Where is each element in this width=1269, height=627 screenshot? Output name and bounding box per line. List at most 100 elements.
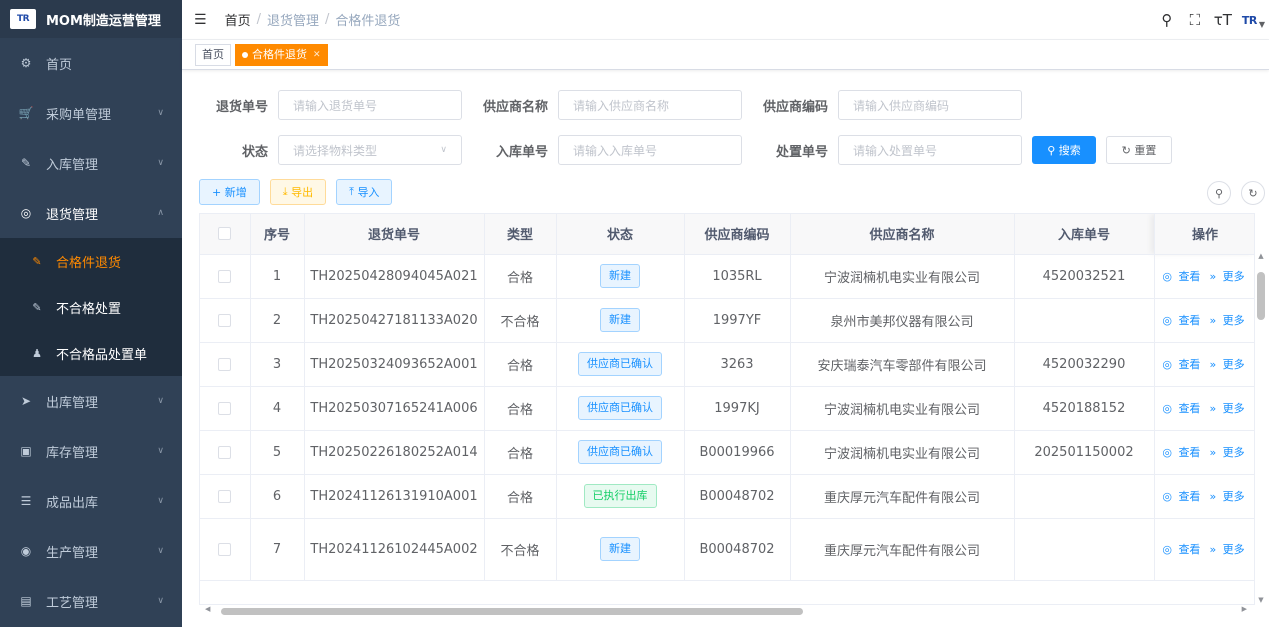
disposal-no-input[interactable]: 请输入处置单号 bbox=[838, 135, 1022, 165]
table-row: 6 TH20241126131910A001 合格 已执行出库 B0004870… bbox=[200, 474, 1254, 519]
scroll-down-icon[interactable]: ▼ bbox=[1256, 596, 1266, 604]
view-button[interactable]: ◎ 查看 bbox=[1162, 402, 1203, 415]
import-button[interactable]: ⤒ 导入 bbox=[336, 179, 393, 205]
cart-icon: 🛒 bbox=[18, 106, 34, 120]
row-checkbox[interactable] bbox=[218, 357, 232, 371]
tag-qualified-return[interactable]: 合格件退货 ✕ bbox=[235, 43, 328, 66]
sidebar-item-label: 退货管理 bbox=[46, 207, 99, 223]
breadcrumb-item: 退货管理 bbox=[266, 14, 319, 29]
horizontal-scroll-thumb[interactable] bbox=[221, 608, 803, 615]
sidebar-item-home[interactable]: ⚙ 首页 bbox=[0, 38, 182, 88]
cell-index: 6 bbox=[250, 474, 305, 519]
sidebar-item-nonconforming-disposal-order[interactable]: ♟ 不合格品处置单 bbox=[0, 330, 182, 376]
sidebar-item-outbound[interactable]: ➤ 出库管理 ∨ bbox=[0, 376, 182, 426]
scroll-up-icon[interactable]: ▲ bbox=[1256, 252, 1266, 260]
more-button[interactable]: » 更多 bbox=[1209, 402, 1247, 415]
more-button[interactable]: » 更多 bbox=[1209, 314, 1247, 327]
sidebar-item-label: 工艺管理 bbox=[46, 595, 99, 611]
supplier-name-input[interactable]: 请输入供应商名称 bbox=[558, 90, 742, 120]
supplier-code-input[interactable]: 请输入供应商编码 bbox=[838, 90, 1022, 120]
sidebar-item-production[interactable]: ◉ 生产管理 ∨ bbox=[0, 526, 182, 576]
sidebar-item-inbound[interactable]: ✎ 入库管理 ∨ bbox=[0, 138, 182, 188]
tag-label: 首页 bbox=[202, 47, 224, 61]
sidebar-item-qualified-return[interactable]: ✎ 合格件退货 bbox=[0, 238, 182, 284]
cell-type: 合格 bbox=[484, 386, 557, 431]
view-button[interactable]: ◎ 查看 bbox=[1162, 543, 1203, 556]
sidebar-item-finished-outbound[interactable]: ☰ 成品出库 ∨ bbox=[0, 476, 182, 526]
chevron-down-icon: ∨ bbox=[157, 158, 164, 168]
scroll-right-icon[interactable]: ▶ bbox=[1242, 605, 1247, 613]
cell-type: 不合格 bbox=[484, 298, 557, 343]
top-navbar: ☰ 首页 / 退货管理 / 合格件退货 ⚲ ⛶ τT TR ▼ bbox=[182, 0, 1269, 40]
more-button[interactable]: » 更多 bbox=[1209, 446, 1247, 459]
sidebar-item-inventory[interactable]: ▣ 库存管理 ∨ bbox=[0, 426, 182, 476]
cell-type: 合格 bbox=[484, 342, 557, 387]
search-button[interactable]: ⚲ 搜索 bbox=[1032, 136, 1096, 164]
more-button[interactable]: » 更多 bbox=[1209, 270, 1247, 283]
search-icon[interactable]: ⚲ bbox=[1154, 11, 1180, 29]
vertical-scroll-thumb[interactable] bbox=[1257, 272, 1265, 320]
table-row: 1 TH20250428094045A021 合格 新建 1035RL 宁波润楠… bbox=[200, 254, 1254, 299]
more-button[interactable]: » 更多 bbox=[1209, 490, 1247, 503]
sidebar-item-process[interactable]: ▤ 工艺管理 ∨ bbox=[0, 576, 182, 626]
breadcrumb-item: 合格件退货 bbox=[335, 14, 401, 29]
row-checkbox[interactable] bbox=[218, 401, 232, 415]
vertical-scrollbar[interactable]: ▲ ▼ bbox=[1256, 252, 1266, 604]
sidebar-item-nonconforming-disposal[interactable]: ✎ 不合格处置 bbox=[0, 284, 182, 330]
scroll-left-icon[interactable]: ◀ bbox=[205, 605, 210, 613]
fullscreen-icon[interactable]: ⛶ bbox=[1182, 11, 1208, 29]
inbound-no-label: 入库单号 bbox=[495, 144, 548, 160]
font-size-icon[interactable]: τT bbox=[1210, 11, 1236, 29]
select-all-checkbox[interactable] bbox=[218, 227, 232, 241]
search-icon: ⚲ bbox=[1214, 186, 1224, 200]
cell-supplier-code: 1997YF bbox=[684, 298, 791, 343]
view-button[interactable]: ◎ 查看 bbox=[1162, 314, 1203, 327]
sidebar-item-purchase[interactable]: 🛒 采购单管理 ∨ bbox=[0, 88, 182, 138]
cell-index: 7 bbox=[250, 518, 305, 581]
status-badge: 供应商已确认 bbox=[578, 396, 662, 420]
add-button[interactable]: + 新增 bbox=[199, 179, 260, 205]
edit-icon: ✎ bbox=[20, 156, 32, 170]
export-button[interactable]: ⤓ 导出 bbox=[269, 179, 327, 205]
reset-button[interactable]: ↻ 重置 bbox=[1106, 136, 1172, 164]
cell-return-no: TH20241126102445A002 bbox=[304, 518, 485, 581]
horizontal-scrollbar[interactable]: ◀ ▶ bbox=[199, 605, 1255, 617]
more-button[interactable]: » 更多 bbox=[1209, 543, 1247, 556]
sidebar-item-label: 入库管理 bbox=[46, 157, 99, 173]
view-button[interactable]: ◎ 查看 bbox=[1162, 490, 1203, 503]
sidebar-item-label: 出库管理 bbox=[46, 395, 99, 411]
status-badge: 已执行出库 bbox=[583, 484, 657, 508]
close-icon[interactable]: ✕ bbox=[313, 45, 321, 65]
view-button[interactable]: ◎ 查看 bbox=[1162, 446, 1203, 459]
row-checkbox[interactable] bbox=[218, 542, 232, 556]
column-header: 退货单号 bbox=[304, 214, 485, 255]
view-button[interactable]: ◎ 查看 bbox=[1162, 358, 1203, 371]
return-icon: ◎ bbox=[20, 206, 32, 220]
row-checkbox[interactable] bbox=[218, 269, 232, 283]
sidebar-item-returns[interactable]: ◎ 退货管理 ∧ bbox=[0, 188, 182, 238]
refresh-button[interactable]: ↻ bbox=[1241, 181, 1265, 205]
cell-index: 3 bbox=[250, 342, 305, 387]
active-dot-icon bbox=[242, 51, 248, 58]
status-select[interactable]: 请选择物料类型 ∨ bbox=[278, 135, 462, 165]
row-checkbox[interactable] bbox=[218, 489, 232, 503]
row-checkbox[interactable] bbox=[218, 313, 232, 327]
inbound-no-input[interactable]: 请输入入库单号 bbox=[558, 135, 742, 165]
status-badge: 供应商已确认 bbox=[578, 352, 662, 376]
more-button[interactable]: » 更多 bbox=[1209, 358, 1247, 371]
returns-submenu: ✎ 合格件退货 ✎ 不合格处置 ♟ 不合格品处置单 bbox=[0, 238, 182, 376]
view-button[interactable]: ◎ 查看 bbox=[1162, 270, 1203, 283]
caret-down-icon[interactable]: ▼ bbox=[1259, 20, 1265, 29]
cell-supplier-code: B00019966 bbox=[684, 430, 791, 475]
dashboard-icon: ⚙ bbox=[20, 56, 32, 70]
menu-toggle-icon[interactable]: ☰ bbox=[194, 12, 207, 28]
toggle-search-button[interactable]: ⚲ bbox=[1207, 181, 1231, 205]
refresh-icon: ↻ bbox=[1121, 143, 1135, 157]
row-checkbox[interactable] bbox=[218, 445, 232, 459]
edit-icon: ✎ bbox=[32, 254, 42, 268]
user-avatar[interactable]: TR bbox=[1242, 14, 1257, 27]
tag-home[interactable]: 首页 bbox=[195, 43, 231, 66]
breadcrumb-item[interactable]: 首页 bbox=[225, 10, 251, 29]
cell-return-no: TH20241126131910A001 bbox=[304, 474, 485, 519]
return-no-input[interactable]: 请输入退货单号 bbox=[278, 90, 462, 120]
